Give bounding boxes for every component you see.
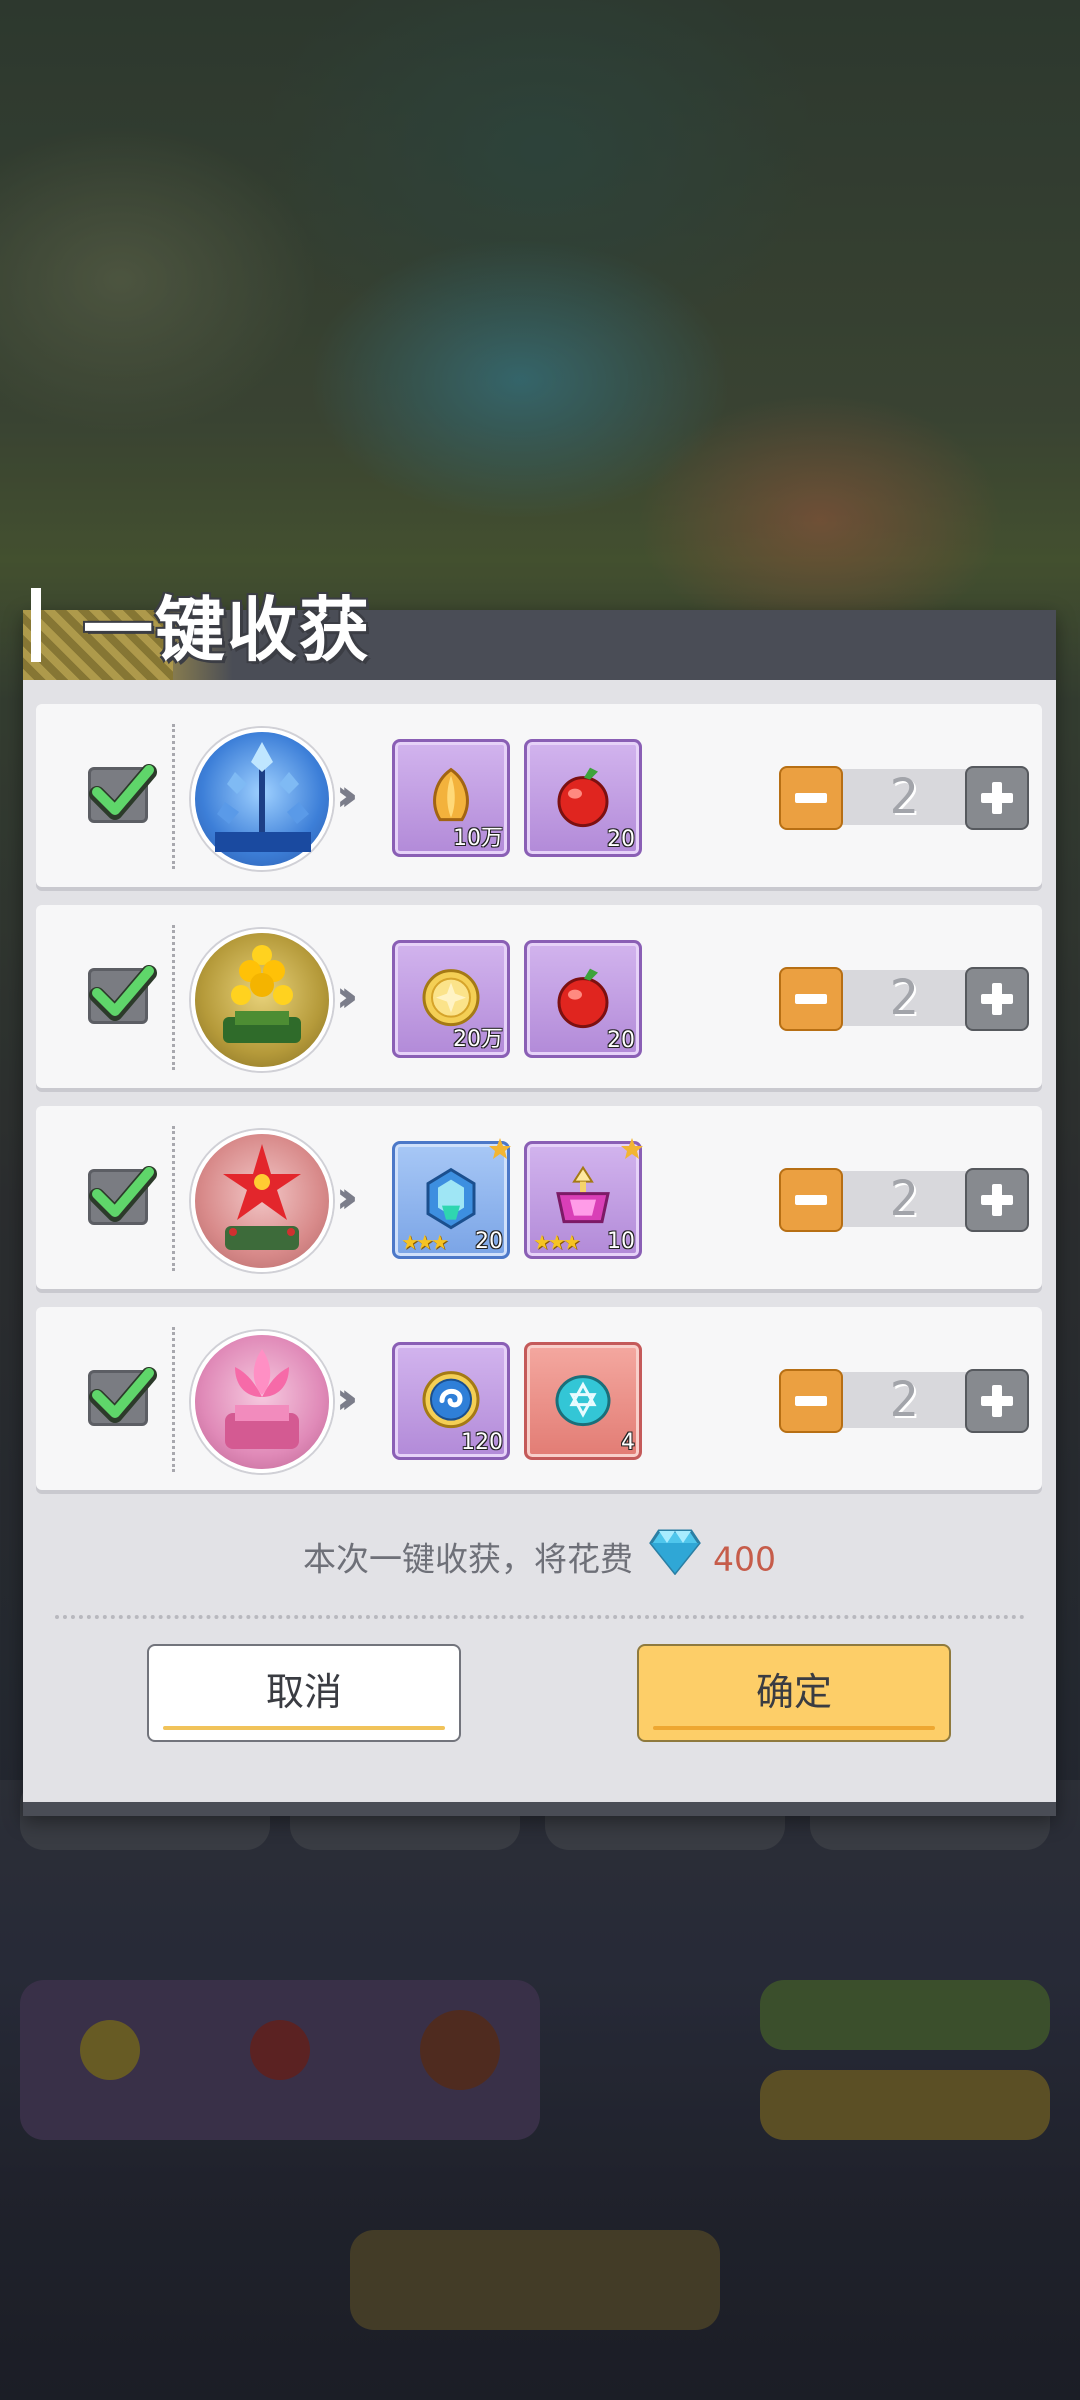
decrease-button[interactable]: [779, 1168, 843, 1232]
cost-amount: 400: [713, 1539, 776, 1579]
blue-crystal-gem-icon: [426, 1167, 476, 1230]
reward-item[interactable]: 20: [524, 739, 642, 857]
increase-button[interactable]: [965, 967, 1029, 1031]
one-click-harvest-dialog: 一键收获 ›› 10万 20 2 ›› 20万 20 2 ›› ★★★ 20 ★…: [23, 588, 1056, 1816]
row-checkbox[interactable]: [88, 1166, 157, 1225]
decrease-button[interactable]: [779, 967, 843, 1031]
decrease-button[interactable]: [779, 1369, 843, 1433]
cyan-star-stone-icon: [555, 1375, 611, 1427]
pink-crown-gem-icon: [556, 1165, 610, 1224]
row-divider: [172, 1327, 175, 1472]
increase-button[interactable]: [965, 1168, 1029, 1232]
harvest-row: ›› ★★★ 20 ★★★ 10 2: [36, 1106, 1042, 1289]
star-rating: ★★★: [401, 1230, 449, 1254]
arrow-right-icon: ››: [336, 770, 359, 821]
reward-item[interactable]: 10万: [392, 739, 510, 857]
pink-lotus-plant-icon: [191, 1331, 333, 1473]
harvest-row: ›› 20万 20 2: [36, 905, 1042, 1088]
row-checkbox[interactable]: [88, 1367, 157, 1426]
quantity-value: 2: [889, 1372, 919, 1428]
red-apple-icon: [557, 767, 609, 828]
upgrade-badge-icon: [621, 1138, 643, 1159]
cancel-button[interactable]: 取消: [147, 1644, 461, 1742]
checkmark-icon: [89, 764, 157, 820]
decrease-button[interactable]: [779, 766, 843, 830]
reward-item[interactable]: 20: [524, 940, 642, 1058]
dialog-title: 一键收获: [83, 589, 371, 671]
reward-amount: 20: [475, 1229, 503, 1254]
reward-item[interactable]: 4: [524, 1342, 642, 1460]
reward-amount: 120: [461, 1430, 503, 1455]
reward-item[interactable]: ★★★ 10: [524, 1138, 643, 1259]
row-divider: [172, 724, 175, 869]
blue-crystal-plant-icon: [191, 728, 333, 870]
title-marker: [31, 588, 41, 662]
red-apple-icon: [557, 968, 609, 1029]
diamond-icon: [649, 1527, 701, 1589]
row-checkbox[interactable]: [88, 965, 157, 1024]
arrow-right-icon: ››: [336, 1172, 359, 1223]
quantity-value: 2: [889, 1171, 919, 1227]
confirm-button[interactable]: 确定: [637, 1644, 951, 1742]
yellow-flower-plant-icon: [191, 929, 333, 1071]
quantity-value: 2: [889, 769, 919, 825]
increase-button[interactable]: [965, 766, 1029, 830]
row-checkbox[interactable]: [88, 764, 157, 823]
arrow-right-icon: ››: [336, 971, 359, 1022]
increase-button[interactable]: [965, 1369, 1029, 1433]
cost-summary: 本次一键收获，将花费 400: [23, 1529, 1056, 1580]
checkmark-icon: [89, 1166, 157, 1222]
upgrade-badge-icon: [489, 1138, 511, 1159]
reward-amount: 20: [607, 827, 635, 852]
quantity-value: 2: [889, 970, 919, 1026]
harvest-row: ›› 10万 20 2: [36, 704, 1042, 887]
cost-text: 本次一键收获，将花费: [303, 1539, 633, 1579]
star-rating: ★★★: [533, 1230, 581, 1254]
row-divider: [172, 1126, 175, 1271]
reward-amount: 20: [607, 1028, 635, 1053]
quantity-stepper: 2: [779, 766, 1029, 830]
dotted-separator: [55, 1615, 1025, 1619]
reward-item[interactable]: 120: [392, 1342, 510, 1460]
checkmark-icon: [89, 965, 157, 1021]
reward-amount: 4: [621, 1430, 635, 1455]
reward-amount: 10: [607, 1229, 635, 1254]
harvest-row: ›› 120 4 2: [36, 1307, 1042, 1490]
checkmark-icon: [89, 1367, 157, 1423]
reward-item[interactable]: 20万: [392, 940, 510, 1058]
quantity-stepper: 2: [779, 1369, 1029, 1433]
arrow-right-icon: ››: [336, 1373, 359, 1424]
row-divider: [172, 925, 175, 1070]
reward-amount: 10万: [453, 826, 503, 851]
quantity-stepper: 2: [779, 967, 1029, 1031]
blue-token-icon: [422, 1371, 480, 1429]
quantity-stepper: 2: [779, 1168, 1029, 1232]
red-poinsettia-plant-icon: [191, 1130, 333, 1272]
reward-amount: 20万: [453, 1027, 503, 1052]
reward-item[interactable]: ★★★ 20: [392, 1138, 511, 1259]
